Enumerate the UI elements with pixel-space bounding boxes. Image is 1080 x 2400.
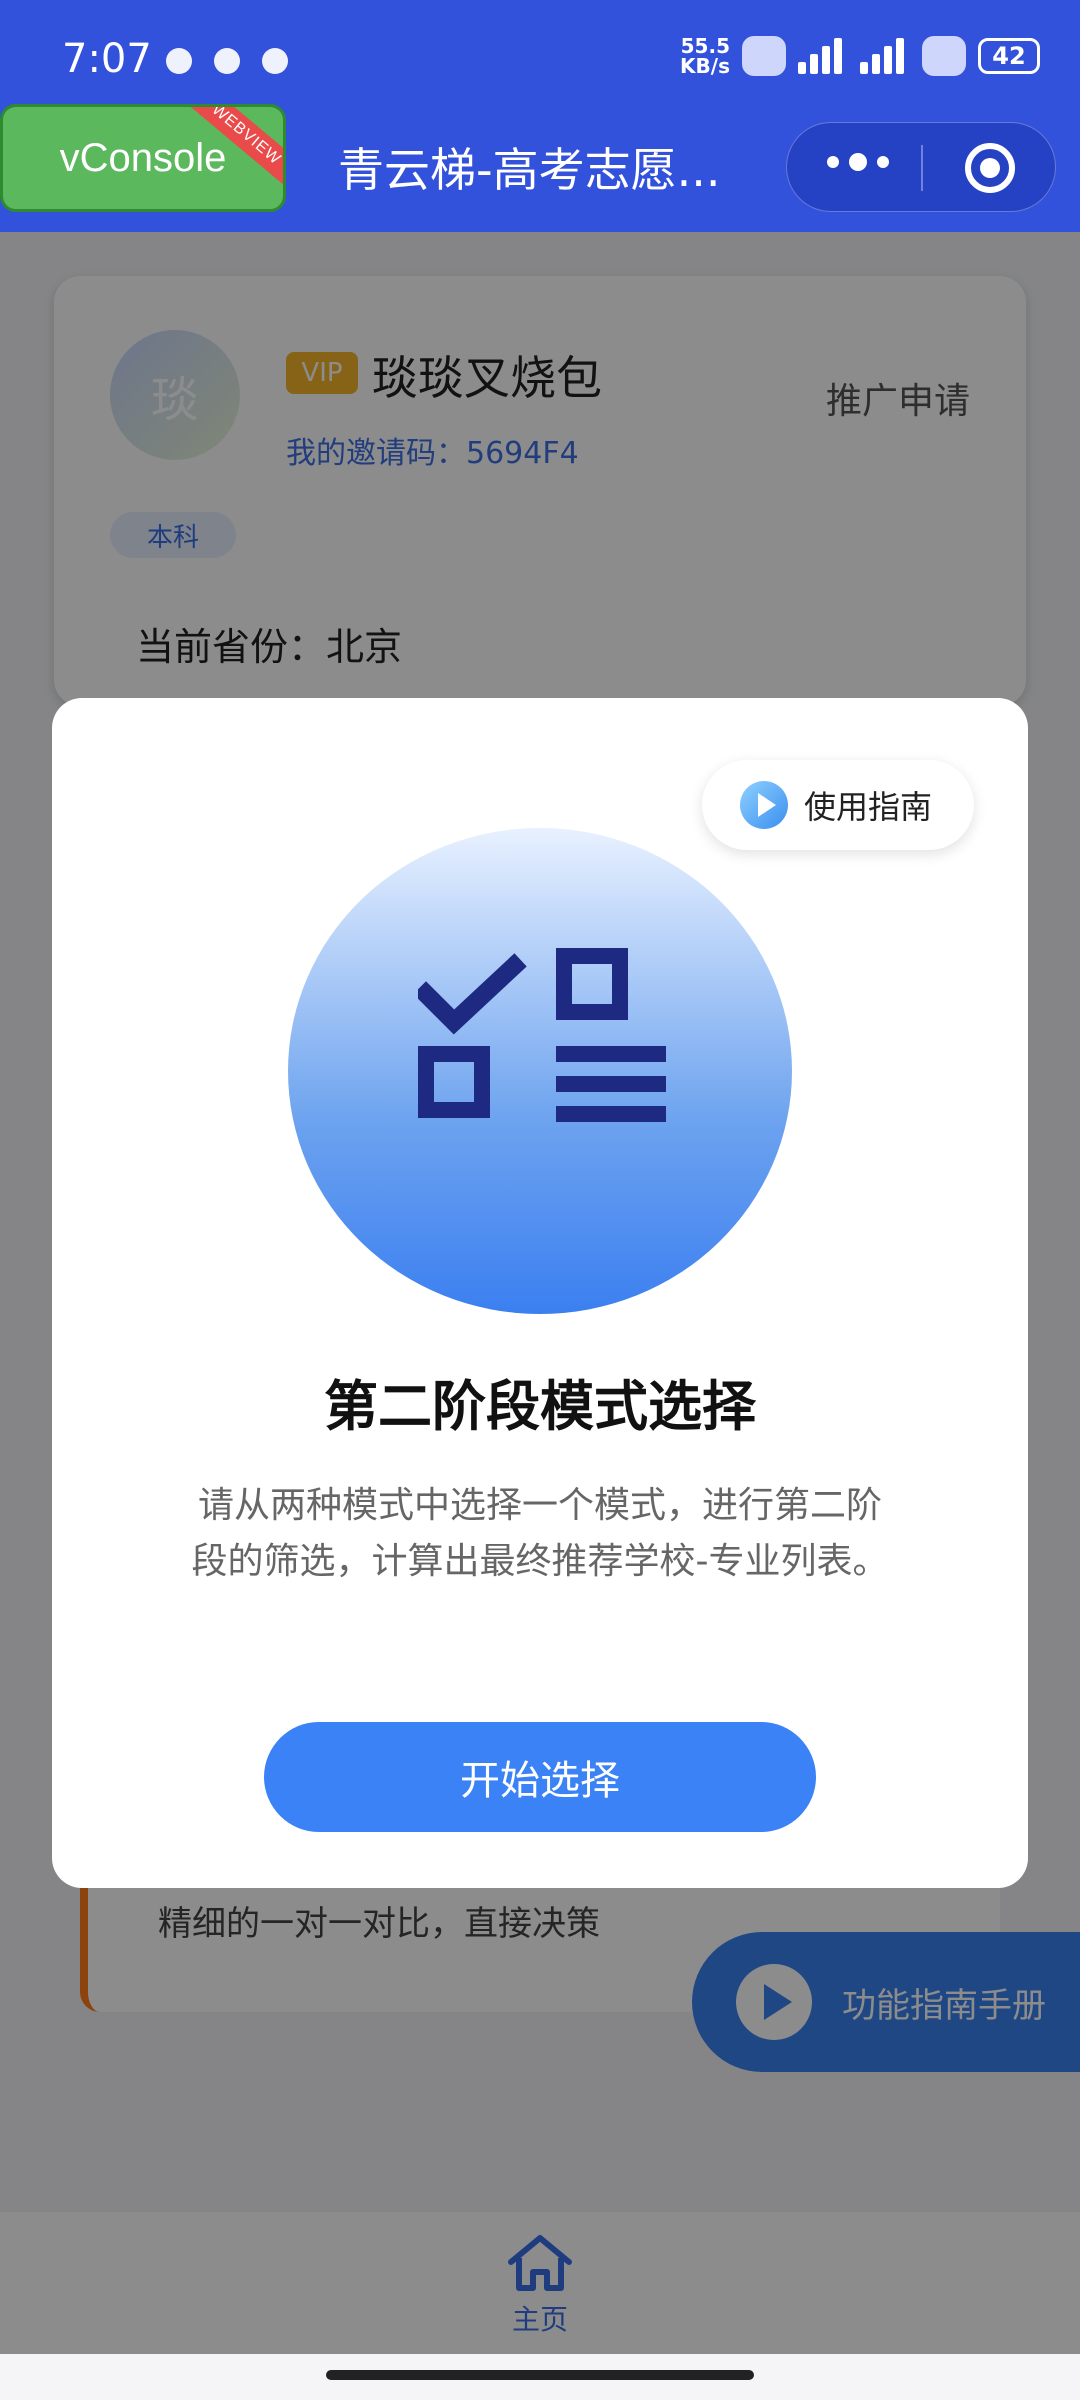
signal-icon	[798, 38, 848, 74]
start-select-button[interactable]: 开始选择	[264, 1722, 816, 1832]
mode-select-modal: 使用指南 第二阶段模式选择 请从两种模式中选择一个模式，进行第二阶段的筛选，计算…	[52, 698, 1028, 1888]
top-bar: 7:07 55.5 KB/s 42 vConsole WEBVIEW 青云梯-高…	[0, 0, 1080, 232]
vconsole-button[interactable]: vConsole WEBVIEW	[0, 104, 286, 212]
notification-app-icon	[166, 48, 192, 74]
more-options-icon[interactable]	[827, 153, 889, 171]
usage-guide-button[interactable]: 使用指南	[702, 760, 974, 850]
close-miniprogram-icon[interactable]	[965, 143, 1015, 193]
usage-guide-label: 使用指南	[804, 788, 933, 826]
modal-description: 请从两种模式中选择一个模式，进行第二阶段的筛选，计算出最终推荐学校-专业列表。	[191, 1485, 889, 1582]
hero-illustration	[288, 828, 792, 1314]
notification-app-icon	[262, 48, 288, 74]
checklist-icon	[418, 948, 666, 1122]
vconsole-label: vConsole	[59, 135, 227, 180]
status-time: 7:07	[62, 36, 152, 82]
status-sticker-icon	[922, 36, 966, 76]
page-title: 青云梯-高考志愿...	[338, 143, 721, 197]
notification-app-icon	[214, 48, 240, 74]
modal-title: 第二阶段模式选择	[324, 1375, 756, 1438]
notification-icons	[166, 48, 288, 74]
status-sticker-icon	[742, 36, 786, 76]
signal-icon	[860, 38, 910, 74]
capsule-divider	[921, 145, 923, 191]
status-right: 55.5 KB/s 42	[680, 36, 1040, 76]
play-icon	[740, 781, 788, 829]
network-speed: 55.5 KB/s	[680, 34, 730, 78]
battery-icon: 42	[978, 38, 1040, 74]
home-indicator[interactable]	[326, 2370, 754, 2380]
miniprogram-capsule	[786, 122, 1056, 212]
